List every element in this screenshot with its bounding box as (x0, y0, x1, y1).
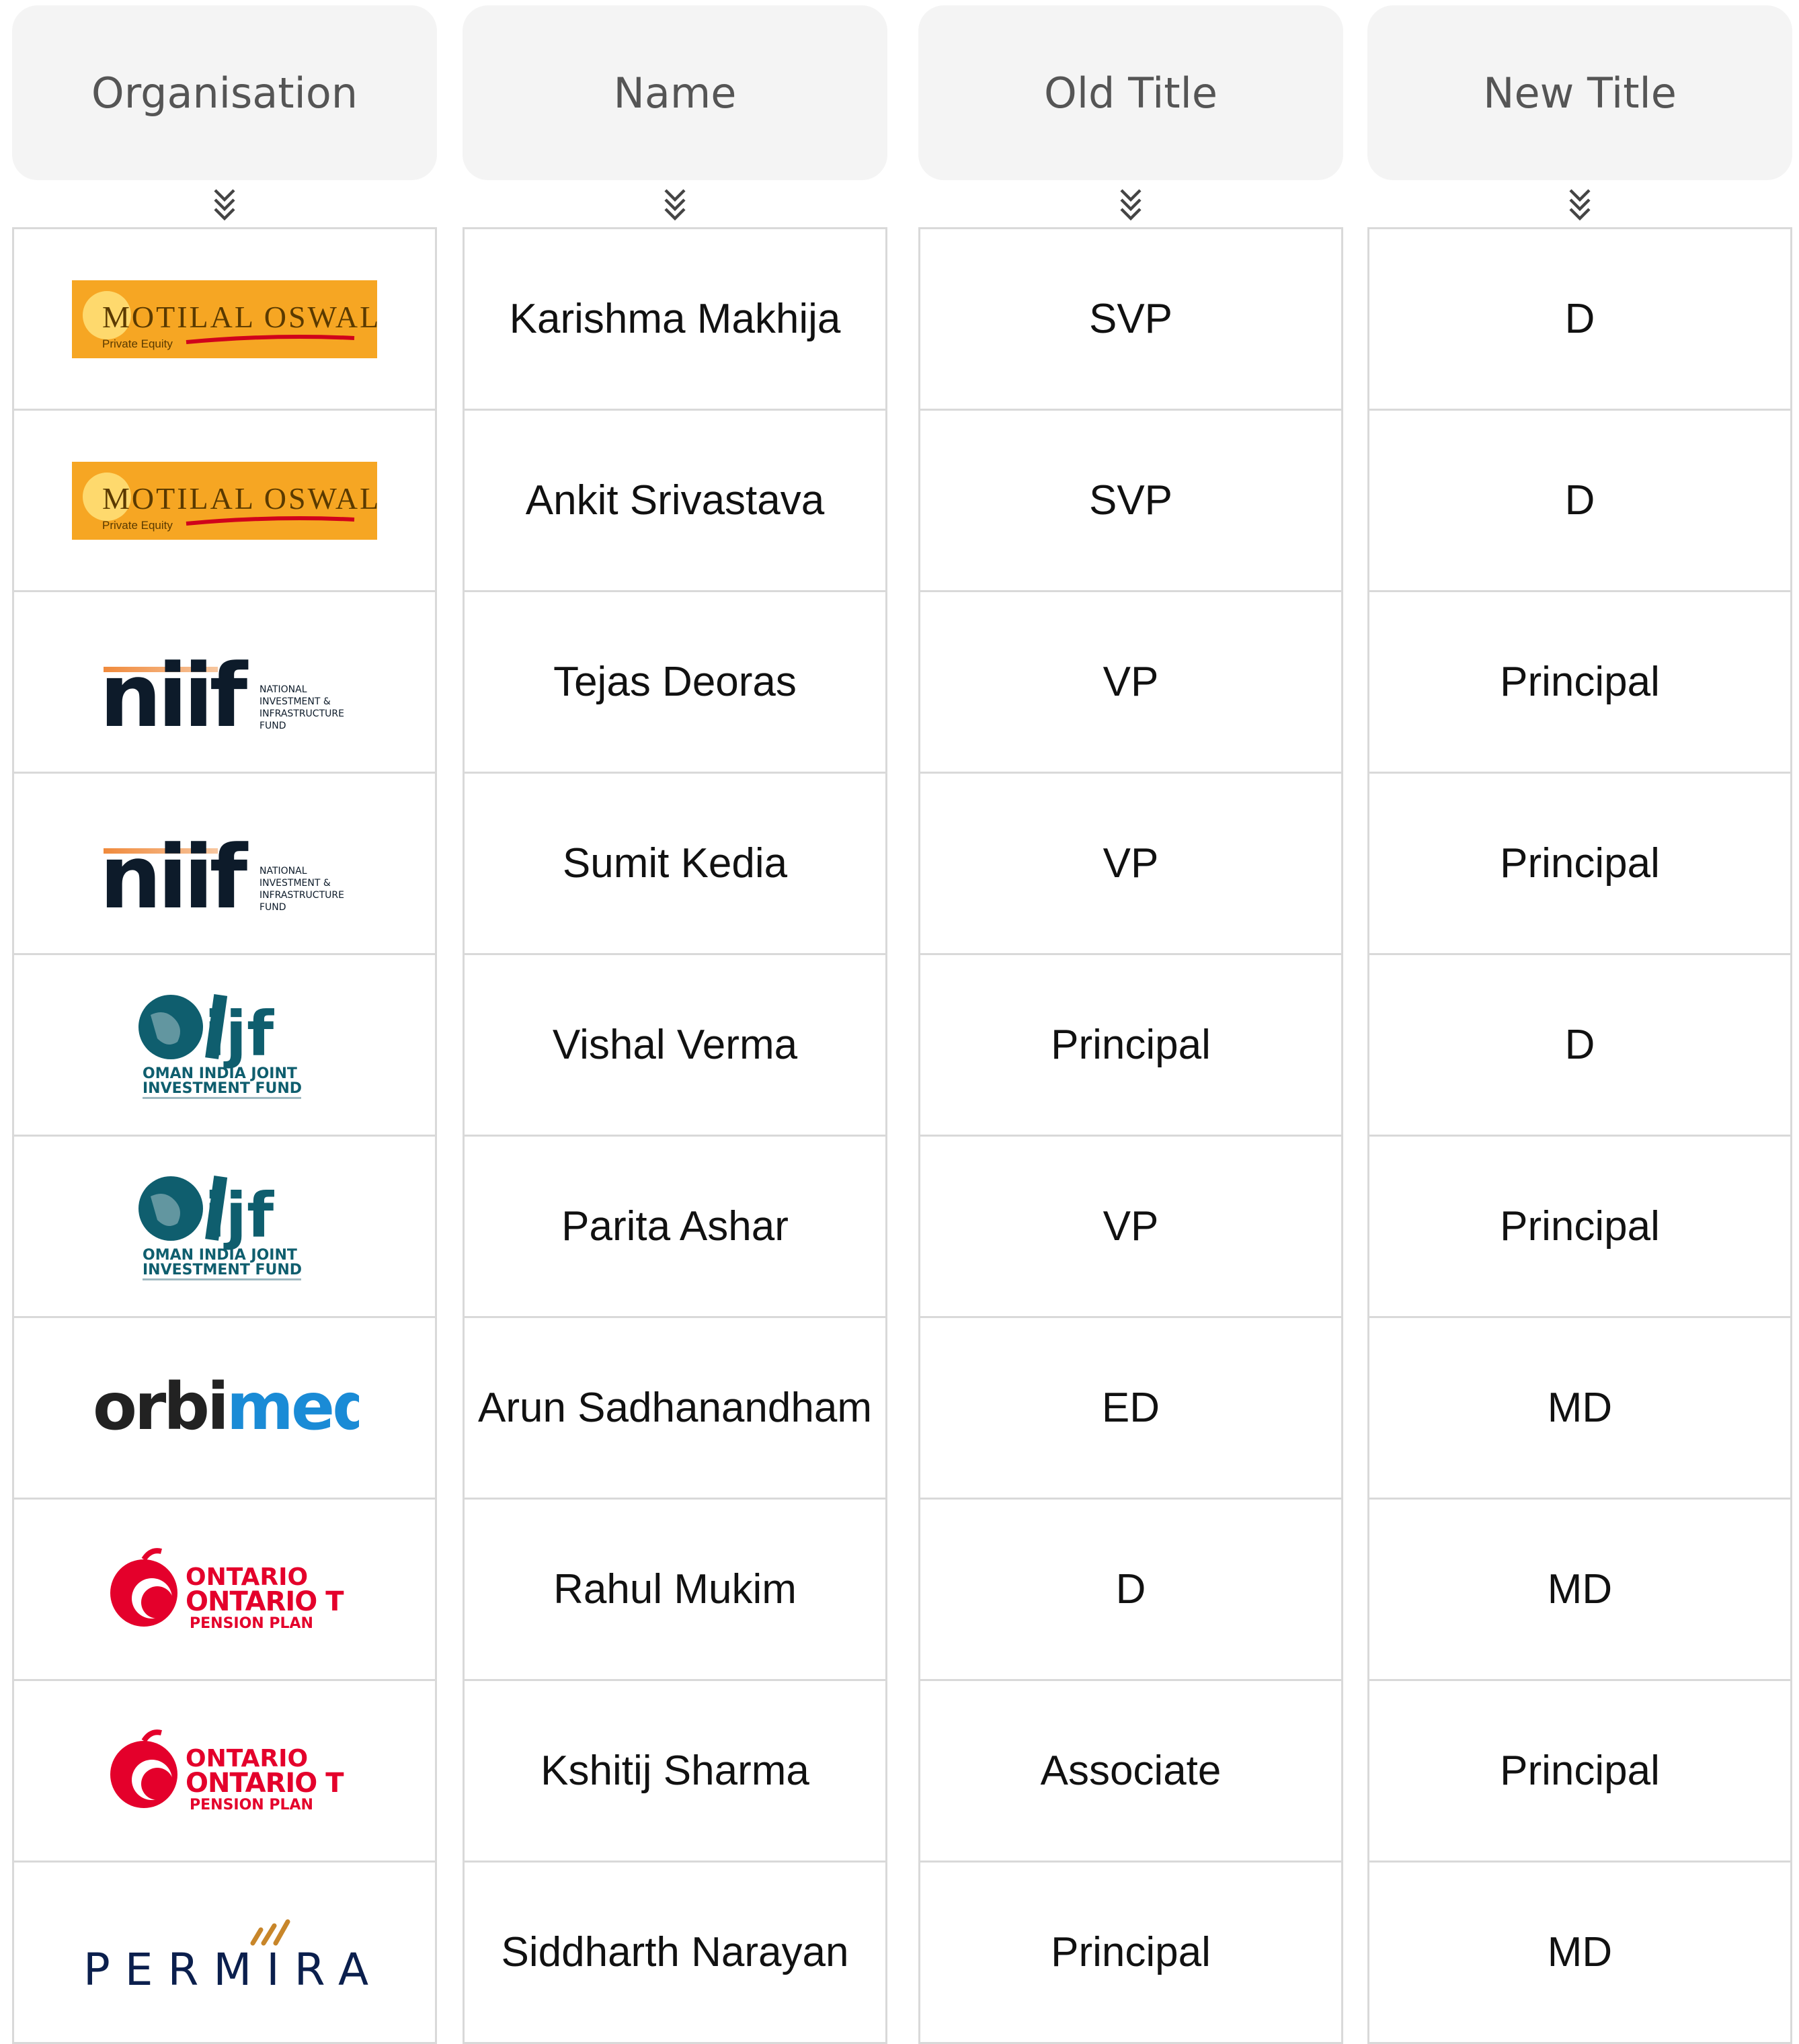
table-cell-old-title: D (920, 1500, 1341, 1681)
svg-text:niif: niif (99, 645, 249, 733)
motilal-oswal-logo: MOTILAL OSWAL Private Equity (72, 280, 377, 358)
table-cell-org: ONTARIO ONTARIO TEACHERS' PENSION PLAN (14, 1681, 435, 1863)
svg-text:FUND: FUND (259, 721, 286, 731)
organisation-header[interactable]: Organisation (12, 5, 437, 180)
niif-logo: niif NATIONAL INVESTMENT & INFRASTRUCTUR… (99, 645, 344, 733)
svg-text:PENSION PLAN: PENSION PLAN (190, 1615, 313, 1632)
orbimed-logo: orbimed (93, 1371, 359, 1444)
svg-text:niif: niif (99, 826, 249, 914)
old-title-cells: SVP SVP VP VP Principal VP ED D Associat… (918, 227, 1343, 2044)
name-header[interactable]: Name (463, 5, 887, 180)
name-cells: Karishma Makhija Ankit Srivastava Tejas … (463, 227, 887, 2044)
table-cell-new-title: Principal (1369, 1137, 1790, 1318)
table-cell-org: niif NATIONAL INVESTMENT & INFRASTRUCTUR… (14, 774, 435, 955)
svg-text:orbimed: orbimed (93, 1371, 359, 1444)
table-cell-new-title: Principal (1369, 592, 1790, 774)
otpp-logo: ONTARIO ONTARIO TEACHERS' PENSION PLAN (110, 1729, 346, 1813)
table-cell-name: Siddharth Narayan (465, 1863, 885, 2044)
table-cell-org: ijf OMAN INDIA JOINT INVESTMENT FUND (14, 1137, 435, 1318)
table-cell-org: niif NATIONAL INVESTMENT & INFRASTRUCTUR… (14, 592, 435, 774)
table-cell-old-title: SVP (920, 229, 1341, 411)
chevron-double-down-icon[interactable] (918, 180, 1343, 227)
svg-text:INVESTMENT &: INVESTMENT & (259, 878, 331, 889)
table-cell-name: Rahul Mukim (465, 1500, 885, 1681)
table-cell-old-title: Associate (920, 1681, 1341, 1863)
svg-text:MOTILAL OSWAL: MOTILAL OSWAL (102, 481, 377, 516)
niif-logo: niif NATIONAL INVESTMENT & INFRASTRUCTUR… (99, 826, 344, 914)
table-cell-old-title: Principal (920, 955, 1341, 1137)
svg-text:INVESTMENT FUND: INVESTMENT FUND (143, 1262, 302, 1278)
table-cell-org: ijf OMAN INDIA JOINT INVESTMENT FUND (14, 955, 435, 1137)
table-cell-org: orbimed (14, 1318, 435, 1500)
table-cell-new-title: MD (1369, 1318, 1790, 1500)
table-cell-org: PERMIRA (14, 1863, 435, 2044)
table-cell-new-title: D (1369, 229, 1790, 411)
table-cell-new-title: MD (1369, 1863, 1790, 2044)
table-cell-old-title: SVP (920, 411, 1341, 592)
chevron-double-down-icon[interactable] (463, 180, 887, 227)
svg-text:Private Equity: Private Equity (102, 519, 173, 532)
svg-text:Private Equity: Private Equity (102, 337, 173, 350)
svg-text:ijf: ijf (204, 998, 274, 1070)
svg-text:ONTARIO TEACHERS': ONTARIO TEACHERS' (186, 1768, 346, 1799)
table-cell-new-title: D (1369, 955, 1790, 1137)
new-title-column: New Title D D Principal Principal D Prin… (1367, 0, 1792, 2044)
table-cell-name: Kshitij Sharma (465, 1681, 885, 1863)
table-cell-old-title: ED (920, 1318, 1341, 1500)
table-cell-name: Ankit Srivastava (465, 411, 885, 592)
oijif-logo: ijf OMAN INDIA JOINT INVESTMENT FUND (138, 993, 302, 1099)
table-cell-name: Arun Sadhanandham (465, 1318, 885, 1500)
table-cell-old-title: VP (920, 774, 1341, 955)
table-cell-old-title: VP (920, 1137, 1341, 1318)
organisation-column: Organisation MOTILAL OSWAL Private Equit… (12, 0, 437, 2044)
svg-text:FUND: FUND (259, 902, 286, 913)
table-cell-name: Sumit Kedia (465, 774, 885, 955)
permira-logo: PERMIRA (83, 1919, 372, 1996)
table-cell-new-title: Principal (1369, 774, 1790, 955)
table-cell-new-title: MD (1369, 1500, 1790, 1681)
table-cell-new-title: D (1369, 411, 1790, 592)
chevron-double-down-icon[interactable] (12, 180, 437, 227)
new-title-header[interactable]: New Title (1367, 5, 1792, 180)
svg-text:ijf: ijf (204, 1180, 274, 1252)
otpp-logo: ONTARIO ONTARIO TEACHERS' PENSION PLAN (110, 1547, 346, 1632)
svg-text:NATIONAL: NATIONAL (259, 866, 307, 876)
table-cell-org: MOTILAL OSWAL Private Equity (14, 229, 435, 411)
svg-text:INFRASTRUCTURE: INFRASTRUCTURE (259, 890, 344, 901)
name-column: Name Karishma Makhija Ankit Srivastava T… (463, 0, 887, 2044)
chevron-double-down-icon[interactable] (1367, 180, 1792, 227)
oijif-logo: ijf OMAN INDIA JOINT INVESTMENT FUND (138, 1175, 302, 1280)
table-cell-new-title: Principal (1369, 1681, 1790, 1863)
table-cell-old-title: Principal (920, 1863, 1341, 2044)
table-cell-name: Parita Ashar (465, 1137, 885, 1318)
table-cell-old-title: VP (920, 592, 1341, 774)
svg-text:INVESTMENT FUND: INVESTMENT FUND (143, 1080, 302, 1097)
svg-text:INVESTMENT &: INVESTMENT & (259, 696, 331, 707)
motilal-oswal-logo: MOTILAL OSWAL Private Equity (72, 461, 377, 540)
svg-text:INFRASTRUCTURE: INFRASTRUCTURE (259, 708, 344, 719)
table-cell-name: Tejas Deoras (465, 592, 885, 774)
svg-text:PERMIRA: PERMIRA (83, 1944, 372, 1996)
svg-text:NATIONAL: NATIONAL (259, 684, 307, 695)
old-title-column: Old Title SVP SVP VP VP Principal VP ED … (918, 0, 1343, 2044)
svg-text:PENSION PLAN: PENSION PLAN (190, 1797, 313, 1813)
table-cell-org: MOTILAL OSWAL Private Equity (14, 411, 435, 592)
svg-text:MOTILAL OSWAL: MOTILAL OSWAL (102, 300, 377, 334)
table-cell-name: Vishal Verma (465, 955, 885, 1137)
table-cell-org: ONTARIO ONTARIO TEACHERS' PENSION PLAN (14, 1500, 435, 1681)
new-title-cells: D D Principal Principal D Principal MD M… (1367, 227, 1792, 2044)
old-title-header[interactable]: Old Title (918, 5, 1343, 180)
table-cell-name: Karishma Makhija (465, 229, 885, 411)
organisation-cells: MOTILAL OSWAL Private Equity MOTILAL OSW… (12, 227, 437, 2044)
svg-text:ONTARIO TEACHERS': ONTARIO TEACHERS' (186, 1586, 346, 1617)
